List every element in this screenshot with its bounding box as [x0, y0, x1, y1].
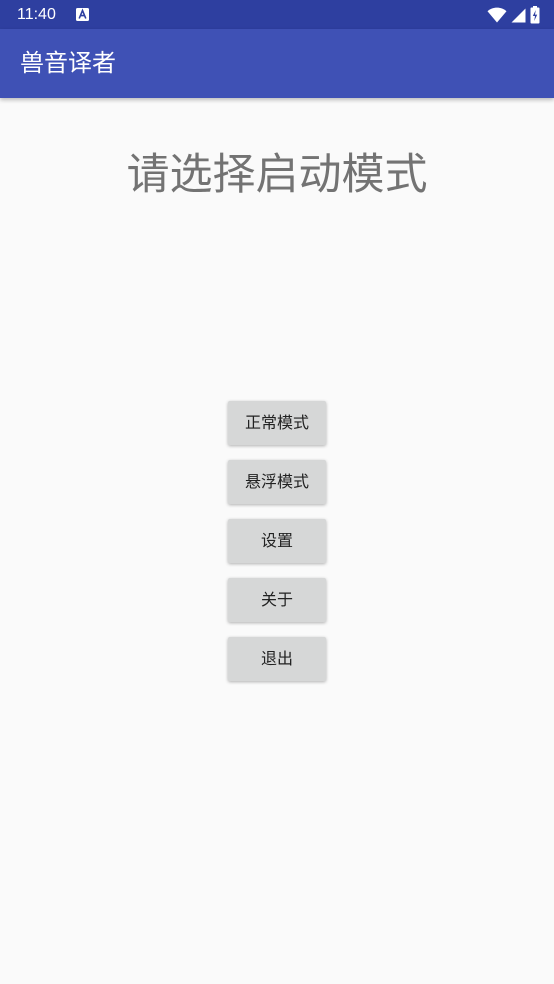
- about-button[interactable]: 关于: [228, 578, 326, 622]
- normal-mode-button[interactable]: 正常模式: [228, 401, 326, 445]
- signal-icon: [511, 8, 526, 23]
- exit-button[interactable]: 退出: [228, 637, 326, 681]
- page-title: 请选择启动模式: [126, 150, 428, 200]
- status-time: 11:40: [17, 6, 56, 23]
- app-title: 兽音译者: [20, 49, 116, 77]
- settings-button[interactable]: 设置: [228, 519, 326, 563]
- app-bar: 兽音译者: [0, 29, 554, 98]
- status-bar: 11:40: [0, 0, 554, 29]
- status-icons: [487, 5, 540, 25]
- wifi-icon: [487, 7, 507, 23]
- battery-charging-icon: [530, 6, 540, 24]
- a-icon: [76, 8, 89, 21]
- floating-mode-button[interactable]: 悬浮模式: [228, 460, 326, 504]
